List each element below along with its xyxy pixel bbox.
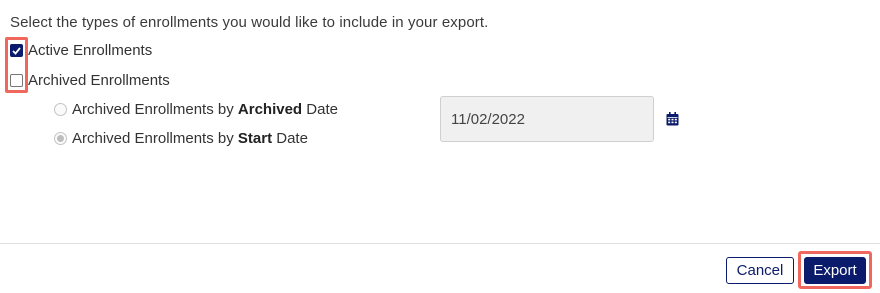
radio-label-emphasis: Archived	[237, 101, 303, 118]
radio-label-suffix: Date	[272, 130, 308, 147]
radio-option-by-archived-date[interactable]: Archived Enrollments by Archived Date	[54, 101, 338, 118]
archived-enrollments-checkbox[interactable]	[10, 74, 23, 87]
radio-label-emphasis: Start	[237, 130, 273, 147]
active-enrollments-option[interactable]: Active Enrollments	[10, 42, 152, 59]
date-input[interactable]: 11/02/2022	[440, 96, 654, 142]
cancel-button[interactable]: Cancel	[726, 257, 794, 284]
radio-by-archived-date-label: Archived Enrollments by Archived Date	[72, 101, 338, 118]
radio-option-by-start-date[interactable]: Archived Enrollments by Start Date	[54, 130, 308, 147]
radio-label-prefix: Archived Enrollments by	[72, 130, 238, 147]
export-enrollments-dialog: Select the types of enrollments you woul…	[0, 0, 880, 293]
active-enrollments-checkbox[interactable]	[10, 44, 23, 57]
radio-by-start-date[interactable]	[54, 132, 67, 145]
archived-enrollments-option[interactable]: Archived Enrollments	[10, 72, 170, 89]
active-enrollments-label: Active Enrollments	[28, 42, 153, 59]
radio-label-suffix: Date	[302, 101, 338, 118]
archived-enrollments-label: Archived Enrollments	[28, 72, 170, 89]
footer-divider	[0, 243, 880, 244]
radio-by-start-date-label: Archived Enrollments by Start Date	[72, 130, 308, 147]
radio-by-archived-date[interactable]	[54, 103, 67, 116]
export-button[interactable]: Export	[804, 257, 866, 284]
instruction-text: Select the types of enrollments you woul…	[10, 14, 489, 31]
radio-label-prefix: Archived Enrollments by	[72, 101, 238, 118]
checkmark-icon	[12, 46, 21, 55]
calendar-icon[interactable]	[666, 112, 679, 126]
